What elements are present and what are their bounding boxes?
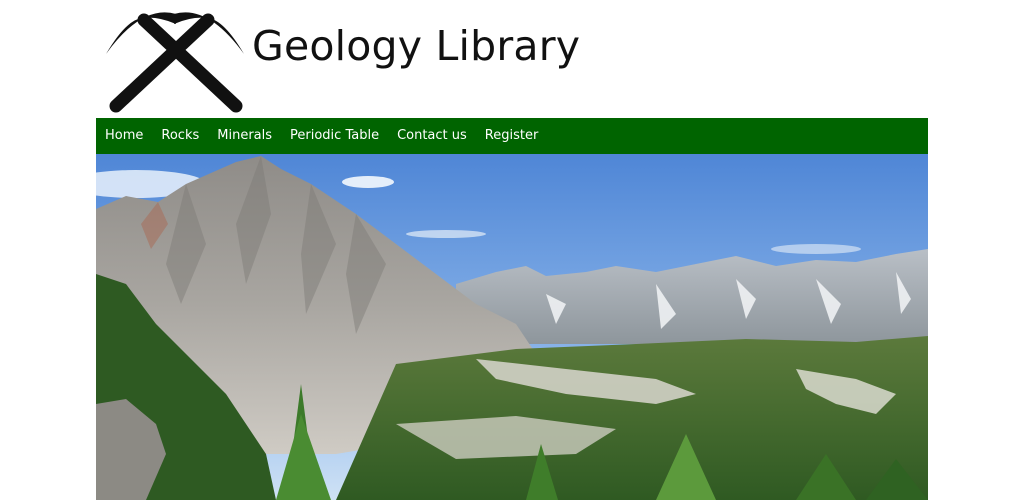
main-navbar: Home Rocks Minerals Periodic Table Conta… [96,118,928,154]
nav-item-periodic-table[interactable]: Periodic Table [281,118,388,154]
hero-image [96,154,928,500]
nav-item-minerals[interactable]: Minerals [208,118,281,154]
nav-item-contact-us[interactable]: Contact us [388,118,476,154]
nav-item-rocks[interactable]: Rocks [152,118,208,154]
page: Geology Library Home Rocks Minerals Peri… [0,0,1024,500]
nav-item-home[interactable]: Home [96,118,152,154]
site-title[interactable]: Geology Library [252,18,580,74]
crossed-pickaxes-icon[interactable] [104,2,246,114]
mountain-landscape-illustration [96,154,928,500]
site-header: Geology Library [96,0,928,118]
nav-item-register[interactable]: Register [476,118,548,154]
